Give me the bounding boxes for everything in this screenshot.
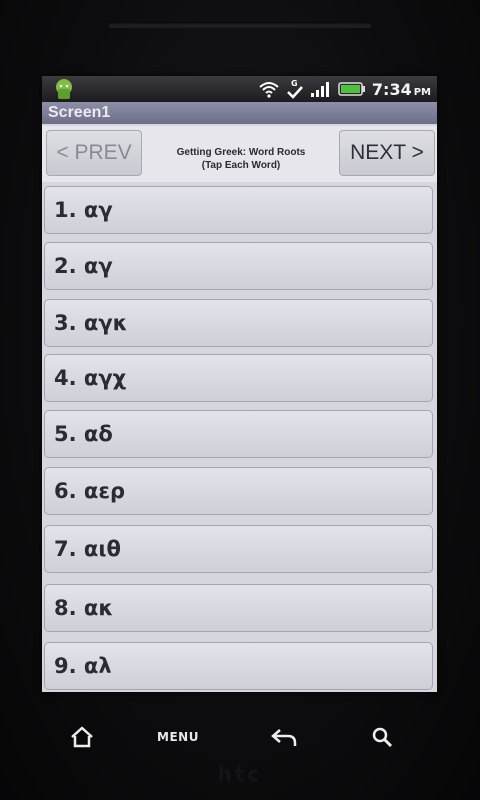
status-clock: 7:34 PM xyxy=(372,80,431,99)
list-item[interactable]: 4. αγχ xyxy=(44,354,433,402)
signal-icon xyxy=(310,82,329,97)
list-item[interactable]: 2. αγ xyxy=(44,242,433,290)
android-app-icon xyxy=(56,79,72,99)
hardware-keys: MENU xyxy=(0,708,480,768)
back-button[interactable] xyxy=(264,722,304,752)
list-item[interactable]: 7. αιθ xyxy=(44,525,433,573)
app-title-bar: Screen1 xyxy=(42,102,437,124)
device-brand-logo: htc xyxy=(217,762,263,786)
clock-time: 7:34 xyxy=(371,79,412,99)
status-icons: G 7:34 PM xyxy=(258,76,431,102)
status-bar: G 7:34 PM xyxy=(42,76,437,102)
nav-row: < PREV Getting Greek: Word Roots (Tap Ea… xyxy=(42,126,437,182)
lesson-title: Getting Greek: Word Roots (Tap Each Word… xyxy=(146,146,336,172)
lesson-title-line2: (Tap Each Word) xyxy=(201,160,281,171)
phone-screen: G 7:34 PM Screen1 < PREV Getting Greek: … xyxy=(42,76,437,692)
back-arrow-icon xyxy=(271,729,297,746)
svg-text:G: G xyxy=(291,79,298,88)
screen-title: Screen1 xyxy=(48,104,111,121)
home-button[interactable] xyxy=(62,722,102,752)
word-root-list: 1. αγ 2. αγ 3. αγκ 4. αγχ 5. αδ 6. αερ 7… xyxy=(42,184,437,692)
phone-device: G 7:34 PM Screen1 < PREV Getting Greek: … xyxy=(0,0,480,800)
next-button[interactable]: NEXT > xyxy=(339,130,435,176)
prev-button[interactable]: < PREV xyxy=(46,130,142,176)
search-button[interactable] xyxy=(362,722,402,752)
battery-icon xyxy=(338,82,365,96)
home-icon xyxy=(71,726,93,748)
list-item[interactable]: 9. αλ xyxy=(44,642,433,690)
earpiece-speaker xyxy=(108,22,372,28)
list-item[interactable]: 3. αγκ xyxy=(44,299,433,347)
list-item[interactable]: 6. αερ xyxy=(44,467,433,515)
menu-button[interactable]: MENU xyxy=(157,722,198,752)
lesson-title-line1: Getting Greek: Word Roots xyxy=(176,147,306,158)
list-item[interactable]: 8. ακ xyxy=(44,584,433,632)
sync-check-icon: G xyxy=(287,79,303,99)
clock-suffix: PM xyxy=(413,86,431,98)
list-item[interactable]: 5. αδ xyxy=(44,410,433,458)
list-item[interactable]: 1. αγ xyxy=(44,186,433,234)
search-icon xyxy=(372,727,393,748)
wifi-icon xyxy=(259,82,279,98)
